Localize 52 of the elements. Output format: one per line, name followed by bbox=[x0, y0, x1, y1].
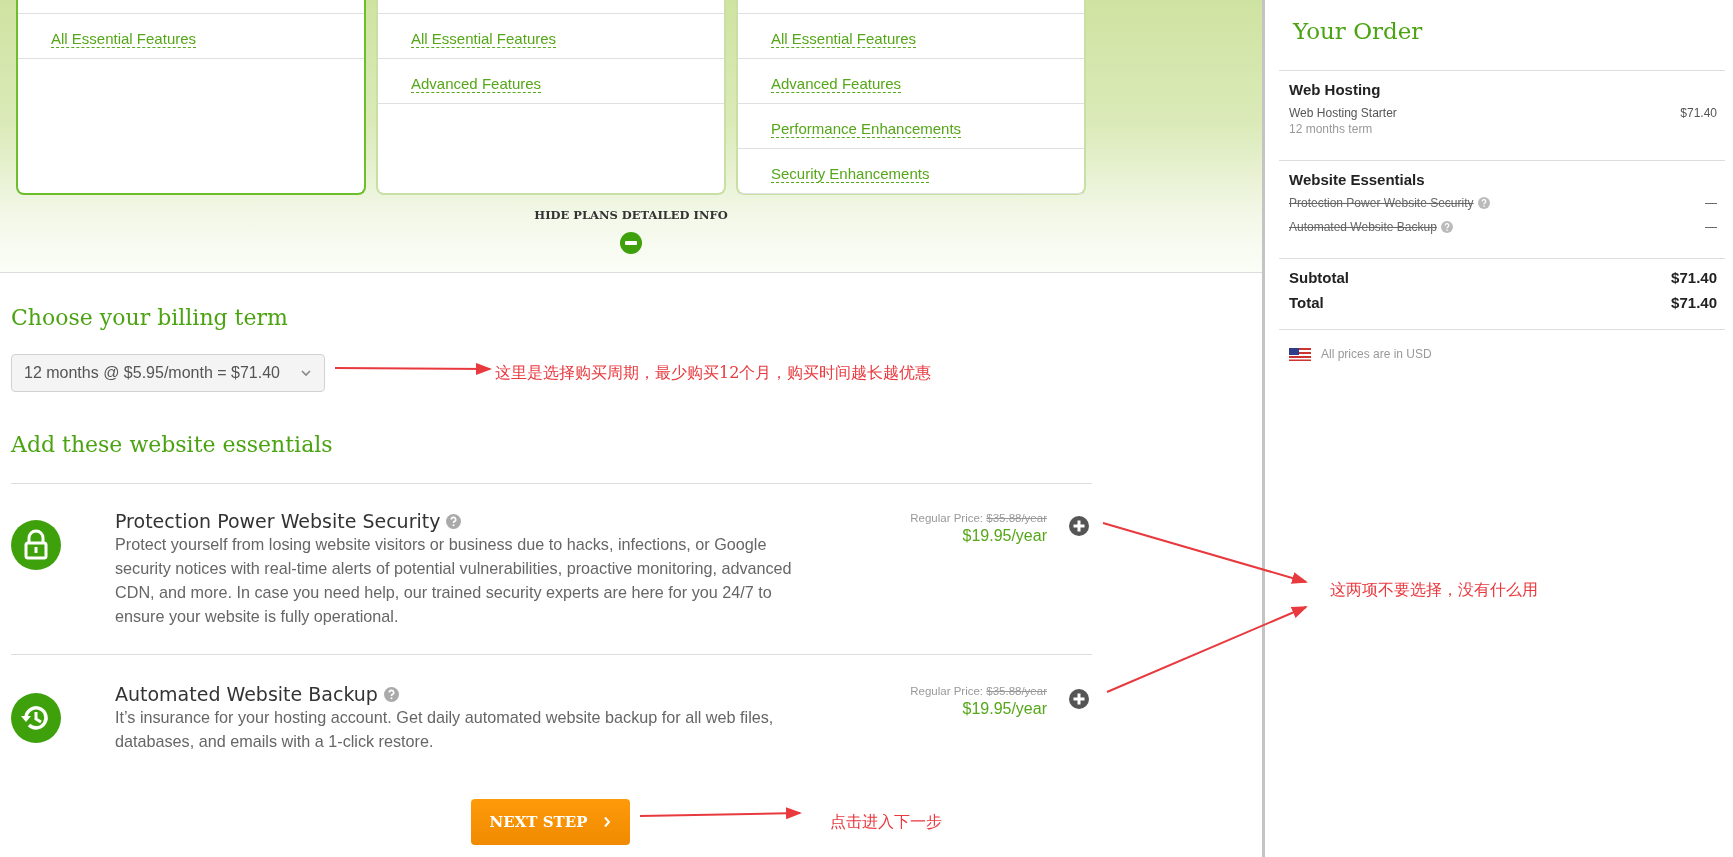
annotation-note: 点击进入下一步 bbox=[830, 811, 942, 833]
order-title: Your Order bbox=[1293, 18, 1424, 46]
plan-card[interactable]: All Essential Features Advanced Features bbox=[376, 0, 726, 195]
addon-price: $19.95/year bbox=[962, 527, 1047, 545]
help-icon[interactable] bbox=[383, 686, 399, 702]
order-item-amount: — bbox=[1705, 196, 1717, 210]
help-icon[interactable] bbox=[1477, 197, 1490, 209]
regular-price: Regular Price: $35.88/year bbox=[910, 512, 1047, 524]
order-item-amount: — bbox=[1705, 220, 1717, 234]
feature-link[interactable]: Advanced Features bbox=[411, 75, 542, 93]
addon-title: Protection Power Website Security bbox=[115, 510, 441, 532]
collapse-icon[interactable] bbox=[620, 232, 642, 254]
order-item-term: 12 months term bbox=[1289, 122, 1374, 136]
order-section-title: Website Essentials bbox=[1289, 171, 1426, 188]
help-icon[interactable] bbox=[1440, 221, 1453, 233]
regular-price: Regular Price: $35.88/year bbox=[910, 685, 1047, 697]
padlock-icon bbox=[11, 520, 61, 570]
annotation-note: 这两项不要选择，没有什么用 bbox=[1330, 580, 1538, 601]
feature-link[interactable]: Performance Enhancements bbox=[771, 120, 962, 138]
order-item: Protection Power Website Security bbox=[1289, 196, 1474, 210]
total-label: Subtotal bbox=[1289, 269, 1349, 286]
next-step-button[interactable]: NEXT STEP bbox=[471, 799, 630, 845]
section-heading: Add these website essentials bbox=[11, 432, 334, 457]
total-label: Total bbox=[1289, 294, 1324, 311]
plan-card[interactable]: All Essential Features bbox=[16, 0, 366, 195]
addon-title: Automated Website Backup bbox=[115, 683, 378, 705]
addon-description: It’s insurance for your hosting account. Get daily automated website backup for all web files, databases, and emails with a 1-click restore. bbox=[115, 707, 775, 752]
order-item-amount: $71.40 bbox=[1680, 106, 1717, 122]
order-section-title: Web Hosting bbox=[1289, 81, 1382, 98]
feature-link[interactable]: Advanced Features bbox=[771, 75, 902, 93]
order-item: Web Hosting Starter bbox=[1289, 106, 1397, 120]
total-amount: $71.40 bbox=[1671, 294, 1717, 311]
feature-link[interactable]: All Essential Features bbox=[411, 30, 557, 48]
addon-price: $19.95/year bbox=[962, 700, 1047, 718]
add-icon[interactable] bbox=[1069, 516, 1089, 536]
feature-link[interactable]: Security Enhancements bbox=[771, 165, 930, 183]
plan-card[interactable]: All Essential Features Advanced Features Performance Enhancements Security Enhancements bbox=[736, 0, 1086, 195]
hide-details-label[interactable]: HIDE PLANS DETAILED INFO bbox=[534, 208, 728, 222]
annotation-note: 这里是选择购买周期，最少购买12个月，购买时间越长越优惠 bbox=[495, 362, 932, 384]
order-item: Automated Website Backup bbox=[1289, 220, 1437, 234]
chevron-icon bbox=[603, 816, 612, 828]
help-icon[interactable] bbox=[446, 513, 462, 529]
section-heading: Choose your billing term bbox=[11, 305, 289, 330]
caret-icon bbox=[300, 369, 312, 377]
feature-link[interactable]: All Essential Features bbox=[771, 30, 917, 48]
total-amount: $71.40 bbox=[1671, 269, 1717, 286]
currency-note: All prices are in USD bbox=[1321, 347, 1432, 361]
add-icon[interactable] bbox=[1069, 689, 1089, 709]
billing-term-dropdown[interactable]: 12 months @ $5.95/month = $71.40 bbox=[11, 354, 325, 392]
addon-description: Protect yourself from losing website visitors or business due to hacks, infections, or Google security notices with real-time alerts of potential vulnerabilities, proactive monitoring, advanced CDN, and more. In case you need help, our trained security experts are here for you 24/7 to ensure your website is fully operational. bbox=[115, 534, 793, 627]
flag-icon bbox=[1289, 347, 1311, 361]
feature-link[interactable]: All Essential Features bbox=[51, 30, 197, 48]
